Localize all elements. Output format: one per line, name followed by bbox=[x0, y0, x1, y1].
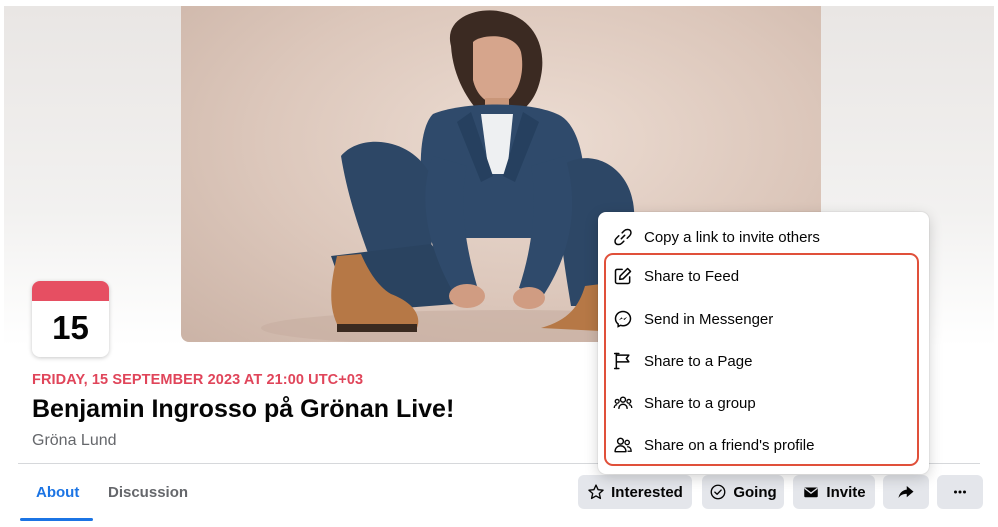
invite-button[interactable]: Invite bbox=[793, 475, 875, 509]
link-icon bbox=[612, 226, 634, 248]
menu-item-label: Send in Messenger bbox=[644, 310, 774, 328]
menu-item-share-to-group[interactable]: Share to a group bbox=[598, 384, 929, 422]
menu-item-copy-link[interactable]: Copy a link to invite others bbox=[598, 218, 929, 256]
edit-icon bbox=[612, 265, 634, 287]
menu-item-label: Share to a group bbox=[644, 394, 756, 412]
date-badge-header bbox=[32, 281, 109, 301]
menu-item-label: Copy a link to invite others bbox=[644, 228, 820, 246]
menu-item-label: Share on a friend's profile bbox=[644, 436, 815, 454]
going-button[interactable]: Going bbox=[702, 475, 784, 509]
menu-item-share-to-feed[interactable]: Share to Feed bbox=[598, 257, 929, 295]
interested-button[interactable]: Interested bbox=[578, 475, 692, 509]
menu-item-label: Share to a Page bbox=[644, 352, 753, 370]
more-options-button[interactable] bbox=[937, 475, 983, 509]
event-title: Benjamin Ingrosso på Grönan Live! bbox=[32, 395, 455, 423]
menu-item-share-on-friend-profile[interactable]: Share on a friend's profile bbox=[598, 426, 929, 464]
share-arrow-icon bbox=[898, 486, 914, 498]
date-badge: 15 bbox=[32, 281, 109, 357]
messenger-icon bbox=[612, 308, 634, 330]
interested-label: Interested bbox=[611, 483, 683, 501]
menu-item-send-in-messenger[interactable]: Send in Messenger bbox=[598, 300, 929, 338]
invite-label: Invite bbox=[826, 483, 866, 501]
friend-icon bbox=[612, 434, 634, 456]
share-menu: Copy a link to invite others Share to Fe… bbox=[598, 212, 929, 474]
group-icon bbox=[612, 392, 634, 414]
menu-item-label: Share to Feed bbox=[644, 267, 740, 285]
active-tab-indicator bbox=[20, 518, 93, 521]
event-location[interactable]: Gröna Lund bbox=[32, 432, 117, 450]
menu-item-share-to-page[interactable]: Share to a Page bbox=[598, 342, 929, 380]
star-icon bbox=[588, 484, 604, 500]
event-date: FRIDAY, 15 SEPTEMBER 2023 AT 21:00 UTC+0… bbox=[32, 372, 364, 388]
share-button[interactable] bbox=[883, 475, 929, 509]
going-label: Going bbox=[733, 483, 777, 501]
flag-icon bbox=[612, 350, 634, 372]
more-dots-icon bbox=[954, 490, 966, 494]
tab-discussion[interactable]: Discussion bbox=[108, 484, 188, 501]
tab-about[interactable]: About bbox=[36, 484, 79, 501]
envelope-icon bbox=[804, 487, 819, 498]
check-circle-icon bbox=[710, 484, 726, 500]
date-badge-day: 15 bbox=[52, 309, 89, 346]
